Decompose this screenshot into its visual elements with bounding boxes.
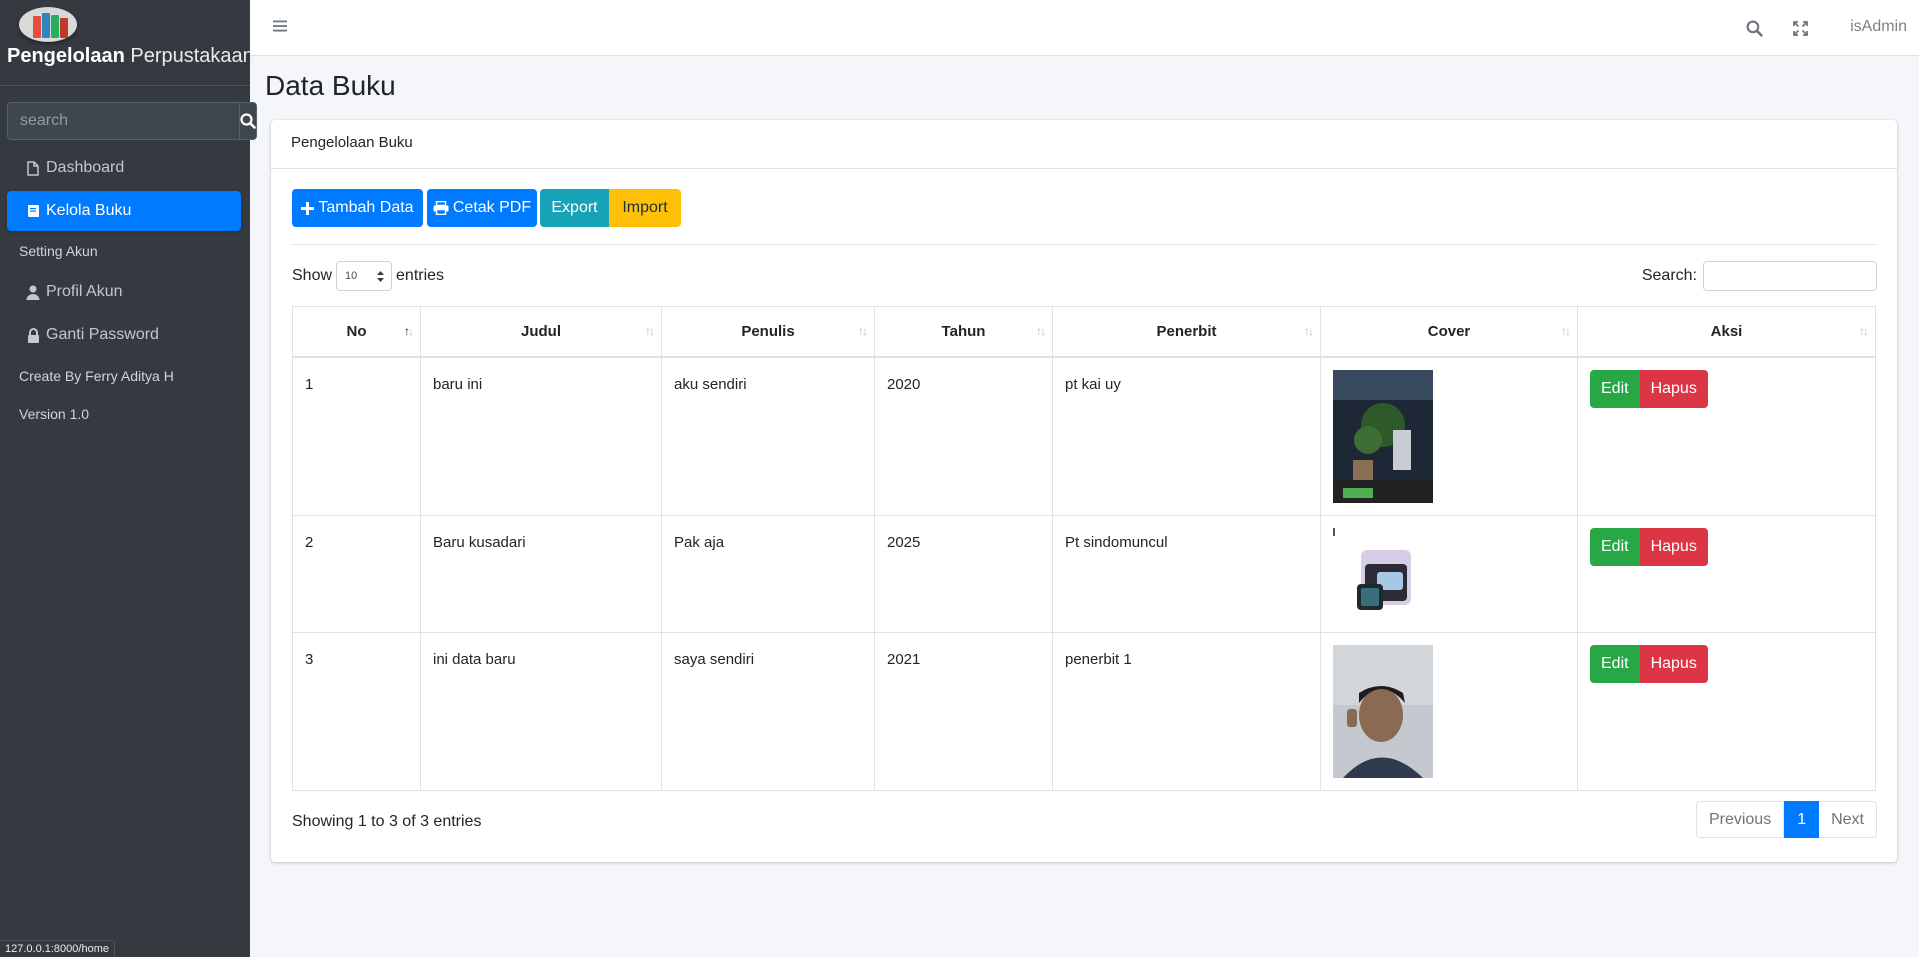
cell-penerbit: pt kai uy: [1052, 356, 1321, 516]
previous-page-button[interactable]: Previous: [1695, 801, 1785, 838]
brand[interactable]: Pengelolaan Perpustakaan: [0, 0, 254, 86]
column-header-penulis[interactable]: Penulis ↑↓: [661, 306, 875, 358]
column-header-aksi[interactable]: Aksi ↑↓: [1577, 306, 1876, 358]
cell-penerbit: Pt sindomuncul: [1052, 514, 1321, 633]
cell-no: 1: [292, 356, 421, 516]
cell-no: 2: [292, 514, 421, 633]
delete-button[interactable]: Hapus: [1639, 527, 1708, 566]
page-length-select[interactable]: 10: [336, 261, 393, 291]
cell-penulis: Pak aja: [661, 514, 875, 633]
export-button[interactable]: Export: [540, 189, 609, 227]
next-page-button[interactable]: Next: [1819, 801, 1877, 838]
column-header-no[interactable]: No ↑↓: [292, 306, 421, 358]
sidebar-item-label: Kelola Buku: [46, 202, 132, 219]
sort-icon: ↑↓: [1304, 324, 1314, 338]
edit-button[interactable]: Edit: [1590, 527, 1640, 566]
book-icon: [26, 203, 40, 219]
print-icon: [433, 201, 449, 215]
sidebar-item-label: Dashboard: [46, 159, 125, 176]
pagination: Previous 1 Next: [1695, 801, 1877, 838]
table-info: Showing 1 to 3 of 3 entries: [292, 813, 482, 830]
page-title: Data Buku: [265, 70, 396, 101]
sidebar-item-profil-akun[interactable]: Profil Akun: [7, 272, 241, 312]
sidebar-item-label: Profil Akun: [46, 283, 123, 300]
cell-penulis: saya sendiri: [661, 631, 875, 791]
card-title: Pengelolaan Buku: [271, 120, 1897, 169]
table-row: 3 ini data baru saya sendiri 2021 penerb…: [292, 631, 1876, 791]
table-search-input[interactable]: [1703, 261, 1877, 291]
cell-tahun: 2021: [874, 631, 1053, 791]
books-table: No ↑↓ Judul ↑↓ Penulis ↑↓ Tahun ↑↓ Penerbit ↑…: [292, 306, 1876, 791]
sidebar-search-button[interactable]: [239, 102, 257, 140]
column-header-tahun[interactable]: Tahun ↑↓: [874, 306, 1053, 358]
lock-icon: [26, 327, 40, 343]
cell-judul: Baru kusadari: [420, 514, 662, 633]
sort-updown-icon: [377, 270, 385, 282]
sidebar-header-setting: Setting Akun: [19, 243, 98, 259]
sidebar-item-kelola-buku[interactable]: Kelola Buku: [7, 191, 241, 231]
delete-button[interactable]: Hapus: [1639, 369, 1708, 408]
table-row: 2 Baru kusadari Pak aja 2025 Pt sindomun…: [292, 514, 1876, 633]
user-menu[interactable]: isAdmin: [1850, 18, 1907, 36]
cover-image: [1333, 527, 1433, 620]
page-button-1[interactable]: 1: [1784, 801, 1820, 838]
print-pdf-button[interactable]: Cetak PDF: [427, 189, 537, 227]
bars-icon[interactable]: [272, 18, 288, 34]
sort-icon: ↑↓: [1561, 324, 1571, 338]
cell-no: 3: [292, 631, 421, 791]
brand-text: Pengelolaan Perpustakaan: [7, 45, 254, 67]
search-icon: [1746, 20, 1763, 37]
navbar-search-button[interactable]: [1746, 0, 1763, 56]
column-header-penerbit[interactable]: Penerbit ↑↓: [1052, 306, 1321, 358]
cell-aksi: Edit Hapus: [1577, 356, 1876, 516]
search-icon: [240, 113, 256, 129]
import-button[interactable]: Import: [609, 189, 681, 227]
status-url: 127.0.0.1:8000/home: [0, 940, 115, 957]
cell-cover: [1320, 514, 1578, 633]
delete-button[interactable]: Hapus: [1639, 644, 1708, 683]
plus-icon: [301, 201, 315, 215]
cell-cover: [1320, 631, 1578, 791]
sidebar: Pengelolaan Perpustakaan Dashboard Kelol…: [0, 0, 257, 957]
sidebar-search-input[interactable]: [7, 102, 239, 140]
sidebar-item-dashboard[interactable]: Dashboard: [7, 148, 241, 188]
column-header-cover[interactable]: Cover ↑↓: [1320, 306, 1578, 358]
cover-image: [1333, 369, 1433, 503]
sidebar-item-ganti-password[interactable]: Ganti Password: [7, 315, 241, 355]
edit-button[interactable]: Edit: [1590, 369, 1640, 408]
show-entries: Show 10 entries: [292, 261, 444, 291]
cell-judul: baru ini: [420, 356, 662, 516]
cell-cover: [1320, 356, 1578, 516]
sidebar-version: Version 1.0: [19, 406, 90, 422]
top-navbar: isAdmin: [250, 0, 1919, 56]
divider: [292, 244, 1876, 245]
cell-aksi: Edit Hapus: [1577, 631, 1876, 791]
sort-icon: ↑↓: [404, 324, 414, 338]
edit-button[interactable]: Edit: [1590, 644, 1640, 683]
user-icon: [26, 284, 40, 300]
column-header-judul[interactable]: Judul ↑↓: [420, 306, 662, 358]
sort-icon: ↑↓: [858, 324, 868, 338]
sidebar-item-label: Ganti Password: [46, 326, 159, 343]
library-logo-icon: [19, 7, 77, 42]
cover-image: [1333, 644, 1433, 778]
sort-icon: ↑↓: [645, 324, 655, 338]
sidebar-credit: Create By Ferry Aditya H: [19, 368, 174, 384]
file-icon: [26, 160, 40, 176]
cell-aksi: Edit Hapus: [1577, 514, 1876, 633]
cell-penulis: aku sendiri: [661, 356, 875, 516]
sidebar-search: [7, 102, 257, 140]
cell-penerbit: penerbit 1: [1052, 631, 1321, 791]
cell-tahun: 2020: [874, 356, 1053, 516]
sort-icon: ↑↓: [1036, 324, 1046, 338]
fullscreen-button[interactable]: [1793, 0, 1808, 56]
table-row: 1 baru ini aku sendiri 2020 pt kai uy Ed…: [292, 356, 1876, 516]
sort-icon: ↑↓: [1859, 324, 1869, 338]
cell-judul: ini data baru: [420, 631, 662, 791]
book-card: Pengelolaan Buku Tambah Data Cetak PDF E…: [271, 120, 1897, 862]
cell-tahun: 2025: [874, 514, 1053, 633]
expand-icon: [1793, 20, 1808, 36]
table-search: Search:: [1642, 261, 1877, 291]
add-data-button[interactable]: Tambah Data: [292, 189, 423, 227]
